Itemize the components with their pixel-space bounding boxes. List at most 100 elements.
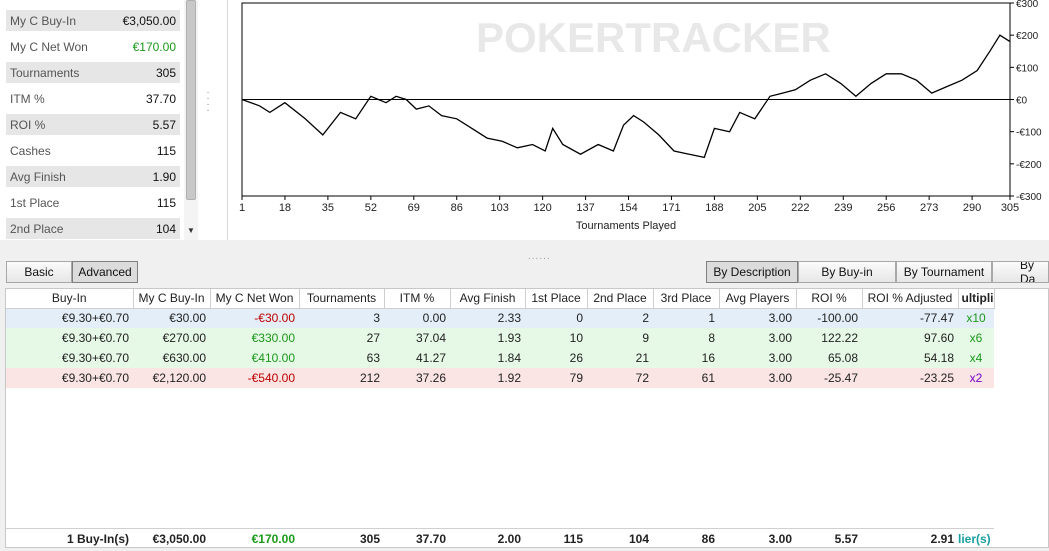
x-tick-label: 222 bbox=[791, 202, 809, 214]
column-header[interactable]: 3rd Place bbox=[653, 289, 720, 309]
column-header[interactable]: My C Buy-In bbox=[133, 289, 211, 309]
by-tournament-button[interactable]: By Tournament bbox=[896, 261, 992, 283]
column-header[interactable]: ultipli bbox=[958, 289, 995, 309]
table-cell: 3.00 bbox=[768, 331, 792, 345]
column-header[interactable]: My C Net Won bbox=[210, 289, 300, 309]
stat-row: My C Buy-In €3,050.00 bbox=[6, 10, 180, 31]
column-header[interactable]: Avg Finish bbox=[450, 289, 526, 309]
stat-row: ROI % 5.57 bbox=[6, 114, 180, 135]
table-cell: -100.00 bbox=[817, 311, 858, 326]
x-tick-label: 154 bbox=[619, 202, 637, 214]
stat-value: 115 bbox=[156, 143, 176, 158]
by-date-button[interactable]: By Da bbox=[992, 261, 1049, 283]
stat-value: €170.00 bbox=[132, 39, 176, 54]
total-cell: 305 bbox=[359, 531, 380, 546]
table-cell: 1.92 bbox=[497, 371, 521, 385]
total-cell: 1 Buy-In(s) bbox=[66, 531, 129, 546]
table-row[interactable]: €9.30+€0.70 €30.00 -€30.00 3 0.00 2.33 0 2 1 3.00… bbox=[6, 308, 994, 328]
total-cell: 2.00 bbox=[497, 531, 521, 546]
stat-label: 1st Place bbox=[10, 195, 60, 210]
stat-row: Cashes 115 bbox=[6, 140, 180, 161]
y-tick-label: €100 bbox=[1016, 63, 1039, 74]
stat-row: Tournaments 305 bbox=[6, 62, 180, 83]
total-cell: lier(s) bbox=[958, 531, 991, 546]
table-cell: 41.27 bbox=[415, 351, 446, 365]
total-cell: €170.00 bbox=[251, 531, 295, 546]
table-cell: -€30.00 bbox=[254, 311, 295, 326]
table-cell: 10 bbox=[569, 331, 583, 345]
stats-panel: My C Buy-In €3,050.00 My C Net Won €170.00 T… bbox=[0, 0, 228, 240]
column-header[interactable]: Buy-In bbox=[6, 289, 134, 309]
table-cell: 79 bbox=[569, 371, 583, 385]
y-tick-label: €0 bbox=[1016, 96, 1028, 107]
table-cell: €2,120.00 bbox=[152, 371, 206, 385]
stat-value: 115 bbox=[156, 195, 176, 210]
stat-value: 37.70 bbox=[145, 91, 176, 106]
stat-label: My C Net Won bbox=[10, 39, 88, 54]
table-cell: 9 bbox=[642, 331, 649, 345]
column-header[interactable]: Tournaments bbox=[299, 289, 385, 309]
panel-splitter-handle[interactable]: · · · · bbox=[205, 88, 211, 116]
x-tick-label: 239 bbox=[834, 202, 852, 214]
column-header[interactable]: 2nd Place bbox=[587, 289, 654, 309]
column-header[interactable]: 1st Place bbox=[525, 289, 588, 309]
basic-button[interactable]: Basic bbox=[6, 261, 72, 283]
total-cell: 5.57 bbox=[834, 531, 858, 546]
table-row[interactable]: €9.30+€0.70 €2,120.00 -€540.00 212 37.26 1.92… bbox=[6, 368, 994, 388]
table-cell: 212 bbox=[359, 371, 380, 385]
table-header-row: Buy-In My C Buy-In My C Net Won Tournaments… bbox=[6, 289, 995, 309]
table-cell: 27 bbox=[366, 331, 380, 345]
y-tick-label: -€300 bbox=[1016, 192, 1042, 203]
results-table: Buy-In My C Buy-In My C Net Won Tournaments… bbox=[5, 288, 1049, 548]
x-tick-label: 205 bbox=[748, 202, 766, 214]
column-header[interactable]: ROI % bbox=[796, 289, 863, 309]
table-row[interactable]: €9.30+€0.70 €270.00 €330.00 27 37.04 1.93 10 9 8… bbox=[6, 328, 994, 348]
horizontal-splitter-handle[interactable]: ...... bbox=[528, 251, 551, 262]
totals-row: 1 Buy-In(s) €3,050.00 €170.00 305 37.70 2.00 1… bbox=[6, 528, 994, 547]
total-cell: 104 bbox=[628, 531, 649, 546]
x-tick-label: 1 bbox=[239, 202, 245, 214]
table-cell: 63 bbox=[366, 351, 380, 365]
table-cell: €9.30+€0.70 bbox=[61, 371, 129, 385]
total-cell: 37.70 bbox=[415, 531, 446, 546]
table-cell: €9.30+€0.70 bbox=[61, 331, 129, 345]
table-cell: €9.30+€0.70 bbox=[61, 311, 129, 326]
table-cell: 0.00 bbox=[422, 311, 446, 326]
advanced-button[interactable]: Advanced bbox=[72, 261, 138, 283]
by-description-button[interactable]: By Description bbox=[706, 261, 798, 283]
stat-value: 5.57 bbox=[152, 117, 176, 132]
x-tick-label: 103 bbox=[491, 202, 509, 214]
table-cell: 72 bbox=[635, 371, 649, 385]
x-tick-label: 171 bbox=[662, 202, 680, 214]
table-cell: 3.00 bbox=[768, 371, 792, 385]
total-cell: 86 bbox=[701, 531, 715, 546]
stat-label: 2nd Place bbox=[10, 221, 64, 236]
table-cell: €9.30+€0.70 bbox=[61, 351, 129, 365]
stat-row: My C Net Won €170.00 bbox=[6, 36, 180, 57]
table-cell: 26 bbox=[569, 351, 583, 365]
stat-row: 2nd Place 104 bbox=[6, 218, 180, 239]
x-tick-label: 18 bbox=[279, 202, 291, 214]
table-cell: x2 bbox=[969, 371, 983, 385]
x-tick-label: 86 bbox=[451, 202, 463, 214]
table-cell: -23.25 bbox=[919, 371, 954, 385]
total-cell: 2.91 bbox=[930, 531, 954, 546]
table-cell: 21 bbox=[635, 351, 649, 365]
table-cell: 54.18 bbox=[923, 351, 954, 365]
stat-label: ROI % bbox=[10, 117, 46, 132]
table-row[interactable]: €9.30+€0.70 €630.00 €410.00 63 41.27 1.84 26 21… bbox=[6, 348, 994, 368]
scrollbar-thumb[interactable] bbox=[186, 0, 196, 200]
scroll-down-arrow-icon[interactable]: ▼ bbox=[186, 226, 196, 236]
y-tick-label: €300 bbox=[1016, 0, 1039, 10]
total-cell: €3,050.00 bbox=[152, 531, 206, 546]
by-buyin-button[interactable]: By Buy-in bbox=[798, 261, 896, 283]
stat-value: 104 bbox=[155, 221, 176, 236]
x-tick-label: 35 bbox=[322, 202, 334, 214]
column-header[interactable]: ITM % bbox=[384, 289, 451, 309]
column-header[interactable]: Avg Players bbox=[719, 289, 797, 309]
stats-scrollbar[interactable]: ▼ bbox=[184, 0, 198, 240]
table-cell: €330.00 bbox=[251, 331, 295, 345]
x-tick-label: 188 bbox=[705, 202, 723, 214]
column-header[interactable]: ROI % Adjusted bbox=[862, 289, 959, 309]
table-cell: 2 bbox=[642, 311, 649, 326]
